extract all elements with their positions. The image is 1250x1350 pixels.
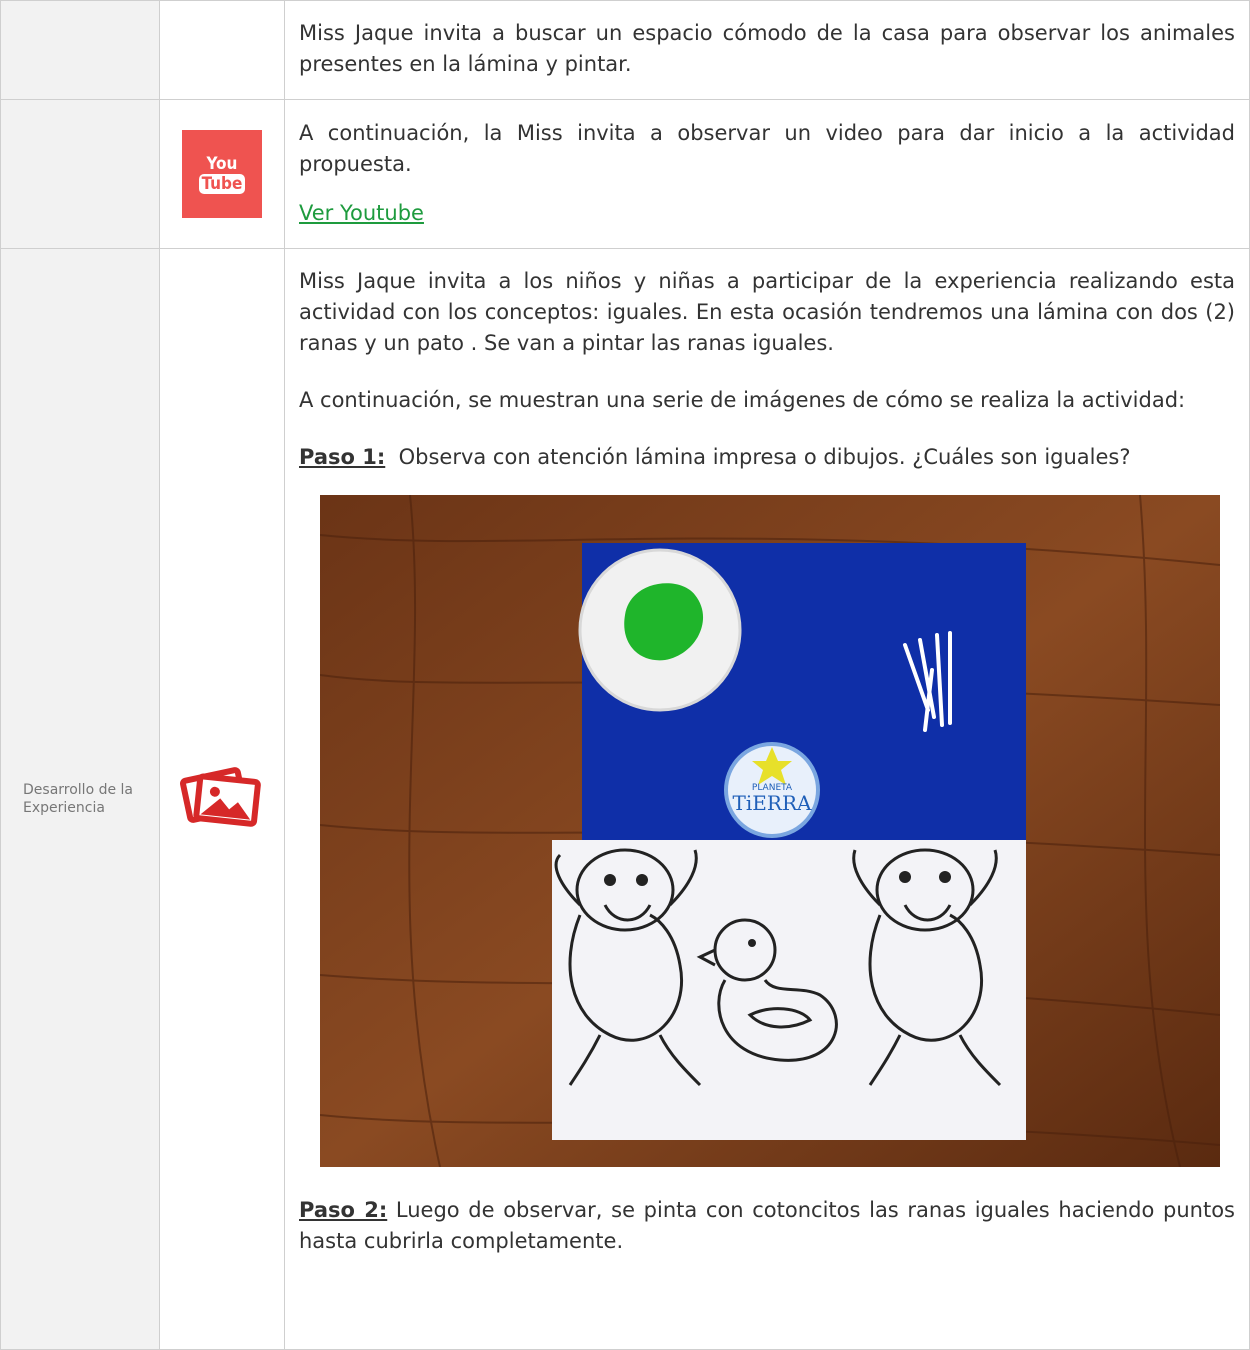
section-label-cell: Desarrollo de la Experiencia: [0, 248, 160, 1350]
video-intro-text: A continuación, la Miss invita a observa…: [299, 121, 1235, 176]
content-cell: A continuación, la Miss invita a observa…: [284, 99, 1250, 249]
step-1-label: Paso 1:: [299, 445, 386, 469]
label-cell: [0, 99, 160, 249]
label-cell: [0, 0, 160, 100]
table-row: Desarrollo de la Experiencia Miss Jaque …: [0, 248, 1250, 1350]
activity-photo: PLANETA TiERRA: [320, 495, 1220, 1167]
icon-cell: You Tube: [159, 99, 285, 249]
icon-cell: [159, 0, 285, 100]
intro-text: Miss Jaque invita a buscar un espacio có…: [299, 21, 1235, 76]
youtube-icon-text: Tube: [198, 173, 246, 194]
step-1: Paso 1: Observa con atención lámina impr…: [299, 442, 1235, 473]
youtube-icon: You Tube: [182, 130, 262, 218]
step-2-label: Paso 2:: [299, 1198, 388, 1222]
icon-cell: [159, 248, 285, 1350]
lesson-table: Miss Jaque invita a buscar un espacio có…: [0, 0, 1250, 1350]
content-cell: Miss Jaque invita a los niños y niñas a …: [284, 248, 1250, 1350]
activity-instructions: A continuación, se muestran una serie de…: [299, 388, 1186, 412]
youtube-icon-text: You: [206, 153, 238, 174]
section-label: Desarrollo de la Experiencia: [23, 782, 134, 816]
images-icon: [180, 767, 261, 827]
table-row: You Tube A continuación, la Miss invita …: [0, 99, 1250, 249]
activity-description: Miss Jaque invita a los niños y niñas a …: [299, 269, 1235, 355]
youtube-link[interactable]: Ver Youtube: [299, 201, 424, 225]
photo-logo-main: TiERRA: [733, 791, 812, 815]
content-cell: Miss Jaque invita a buscar un espacio có…: [284, 0, 1250, 100]
step-2-text: Luego de observar, se pinta con cotoncit…: [299, 1198, 1242, 1253]
table-row: Miss Jaque invita a buscar un espacio có…: [0, 0, 1250, 100]
step-1-text: Observa con atención lámina impresa o di…: [385, 445, 1131, 469]
step-2: Paso 2: Luego de observar, se pinta con …: [299, 1195, 1235, 1257]
